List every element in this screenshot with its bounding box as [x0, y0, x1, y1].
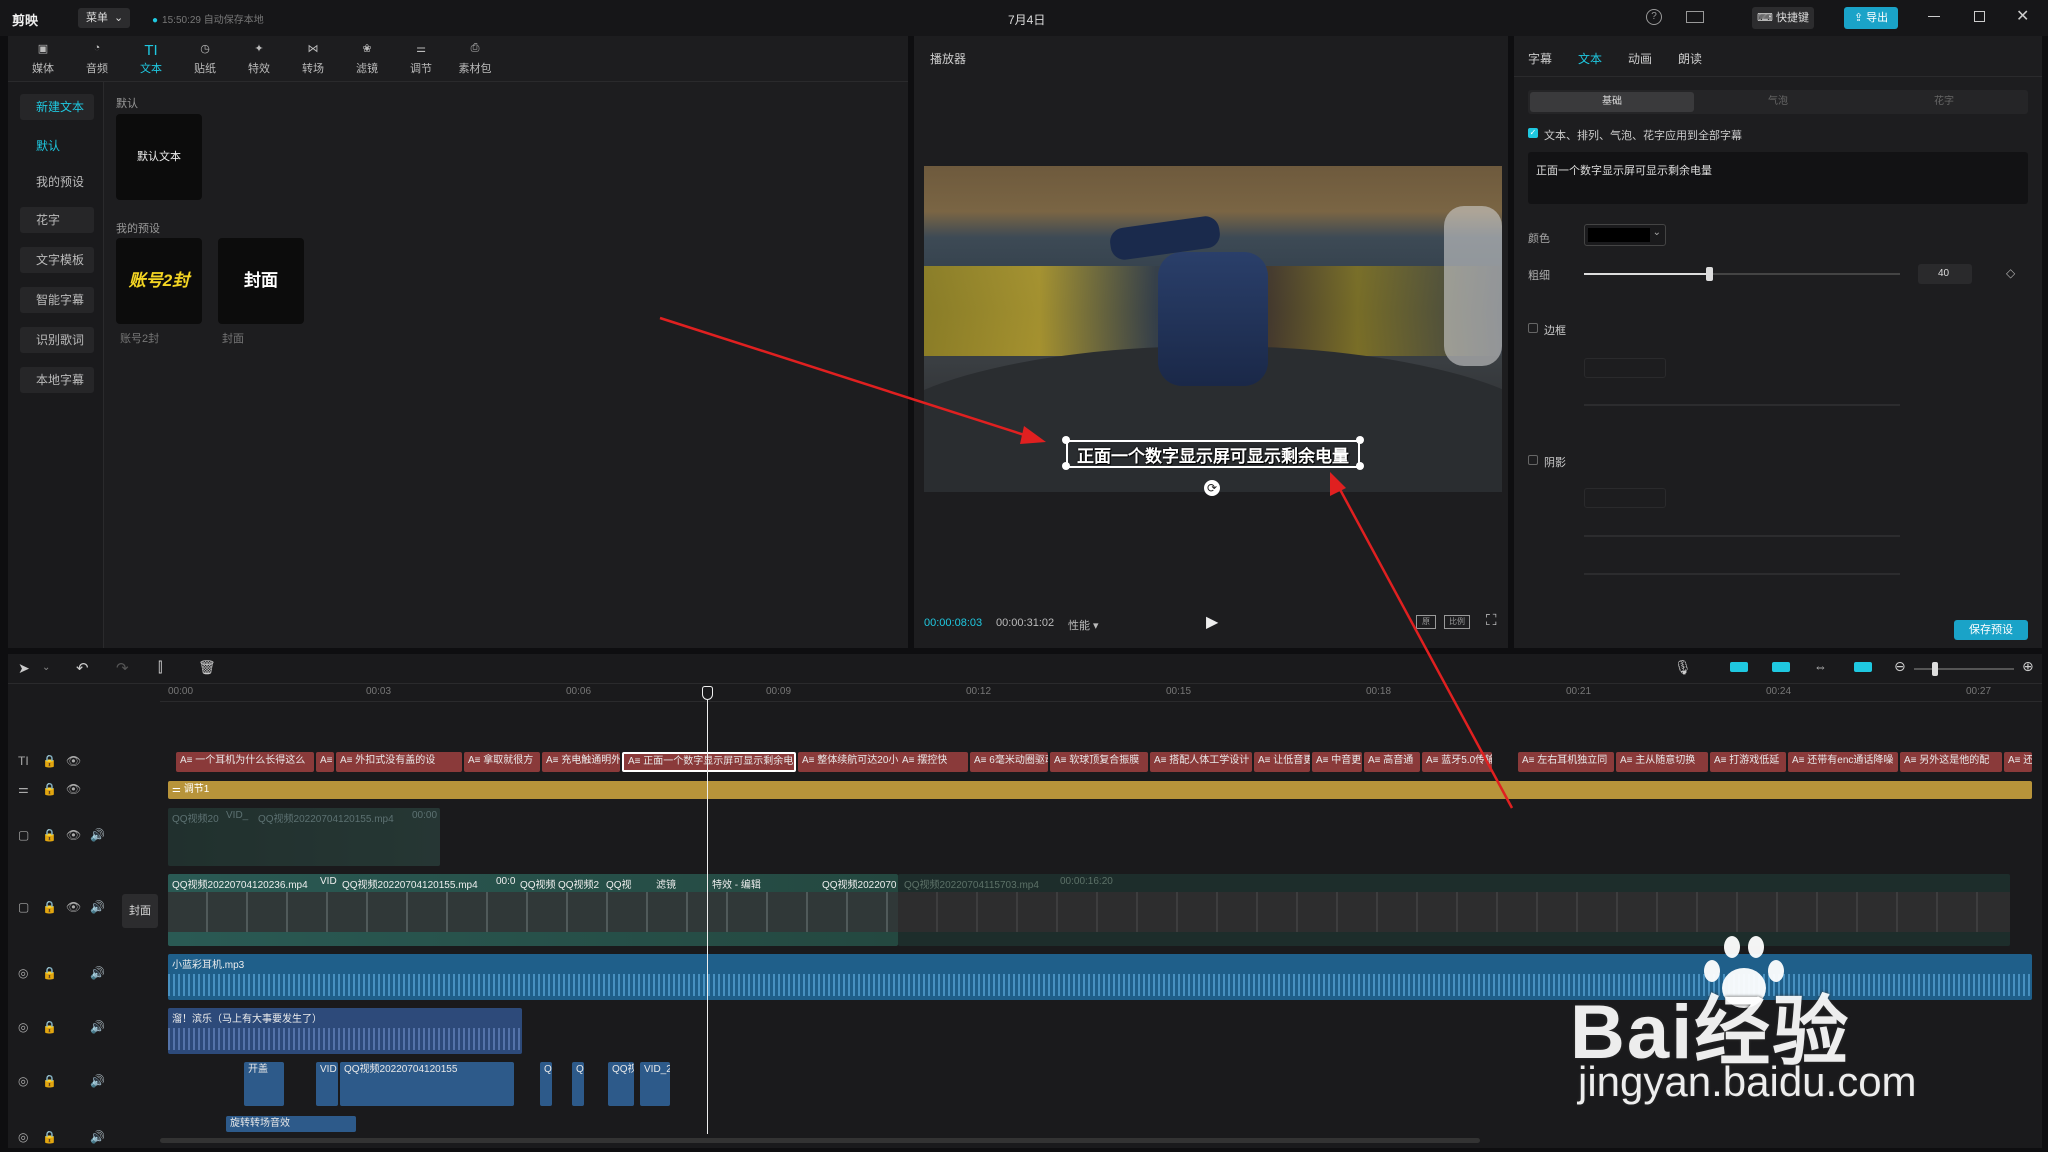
paw-toe [1748, 936, 1764, 958]
arrow-head-1 [1020, 426, 1046, 444]
arrow-head-2 [1330, 472, 1346, 496]
paw-toe [1724, 936, 1740, 958]
arrow-line-2 [1334, 481, 1514, 809]
watermark-url: jingyan.baidu.com [1578, 1058, 1917, 1105]
arrow-line-1 [659, 316, 1041, 442]
